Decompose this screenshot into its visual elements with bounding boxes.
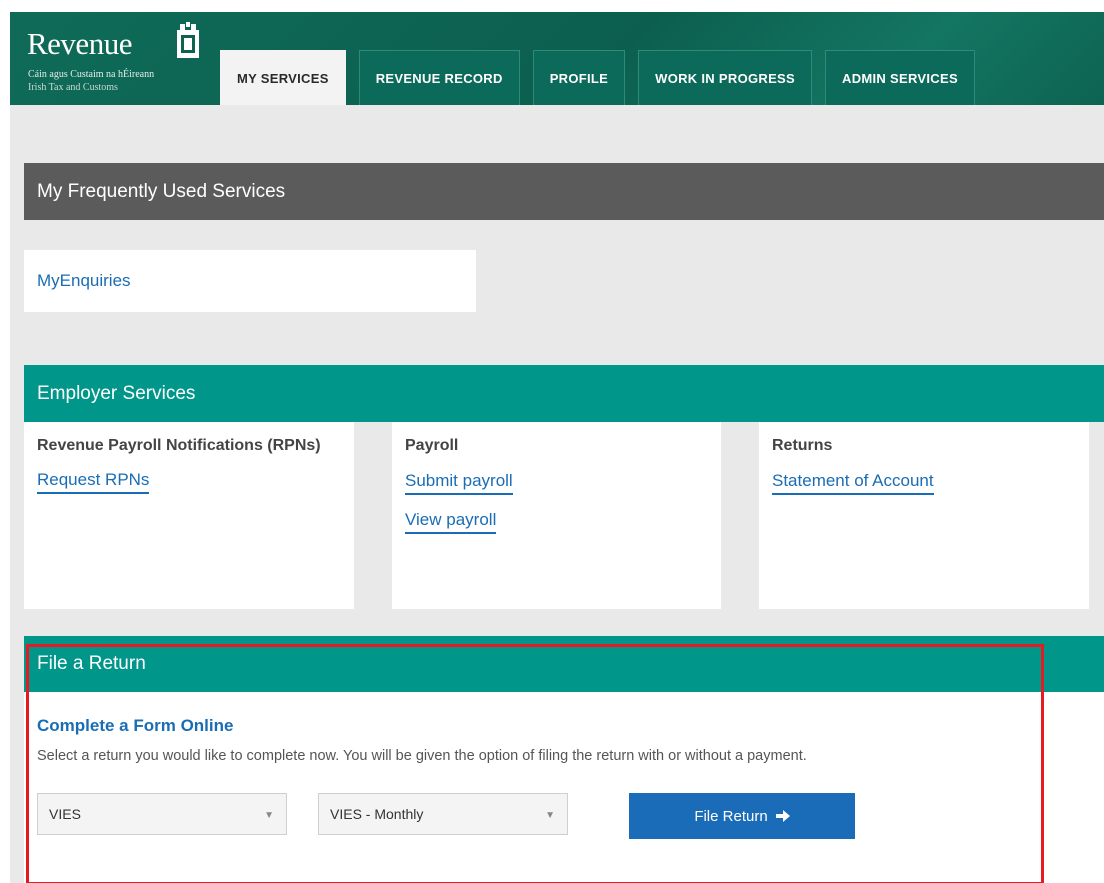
arrow-right-icon (775, 810, 790, 822)
page: Revenue Cáin agus Custaim na hÉireann Ir… (10, 12, 1104, 883)
return-period-select[interactable]: VIES - Monthly ▼ (318, 793, 568, 835)
tab-revenue-record[interactable]: REVENUE RECORD (358, 50, 520, 105)
tab-my-services[interactable]: MY SERVICES (220, 50, 346, 105)
harp-icon (177, 22, 199, 58)
returns-card: Returns Statement of Account (759, 422, 1089, 609)
statement-of-account-link[interactable]: Statement of Account (772, 471, 934, 495)
site-header: Revenue Cáin agus Custaim na hÉireann Ir… (10, 12, 1104, 105)
tab-admin-services[interactable]: ADMIN SERVICES (825, 50, 975, 105)
myenquiries-link[interactable]: MyEnquiries (37, 271, 131, 291)
payroll-card: Payroll Submit payroll View payroll (392, 422, 721, 609)
frequent-services-header: My Frequently Used Services (24, 163, 1104, 220)
return-type-select[interactable]: VIES ▼ (37, 793, 287, 835)
return-type-value: VIES (49, 806, 81, 822)
rpn-card-title: Revenue Payroll Notifications (RPNs) (37, 437, 321, 454)
logo-text: Revenue (27, 26, 132, 61)
file-return-description: Select a return you would like to comple… (37, 748, 807, 764)
return-period-value: VIES - Monthly (330, 806, 424, 822)
chevron-down-icon: ▼ (545, 810, 555, 821)
logo-subtitle-irish: Cáin agus Custaim na hÉireann (28, 69, 155, 80)
returns-card-title: Returns (772, 437, 833, 454)
complete-form-heading: Complete a Form Online (37, 716, 234, 735)
revenue-logo[interactable]: Revenue Cáin agus Custaim na hÉireann Ir… (27, 22, 207, 102)
file-return-panel: File a Return Complete a Form Online Sel… (24, 636, 1104, 883)
view-payroll-link[interactable]: View payroll (405, 510, 497, 534)
file-return-button[interactable]: File Return (629, 793, 855, 839)
file-return-header: File a Return (24, 636, 1104, 692)
logo-subtitle-english: Irish Tax and Customs (28, 82, 118, 93)
tab-profile[interactable]: PROFILE (532, 50, 626, 105)
rpn-card: Revenue Payroll Notifications (RPNs) Req… (24, 422, 354, 609)
frequent-service-card: MyEnquiries (24, 250, 476, 312)
chevron-down-icon: ▼ (264, 810, 274, 821)
tab-work-in-progress[interactable]: WORK IN PROGRESS (638, 50, 812, 105)
employer-services-header: Employer Services (24, 365, 1104, 422)
submit-payroll-link[interactable]: Submit payroll (405, 471, 513, 495)
payroll-card-title: Payroll (405, 437, 459, 454)
main-nav-tabs: MY SERVICES REVENUE RECORD PROFILE WORK … (220, 50, 975, 105)
request-rpns-link[interactable]: Request RPNs (37, 470, 150, 494)
file-return-button-label: File Return (694, 807, 768, 825)
